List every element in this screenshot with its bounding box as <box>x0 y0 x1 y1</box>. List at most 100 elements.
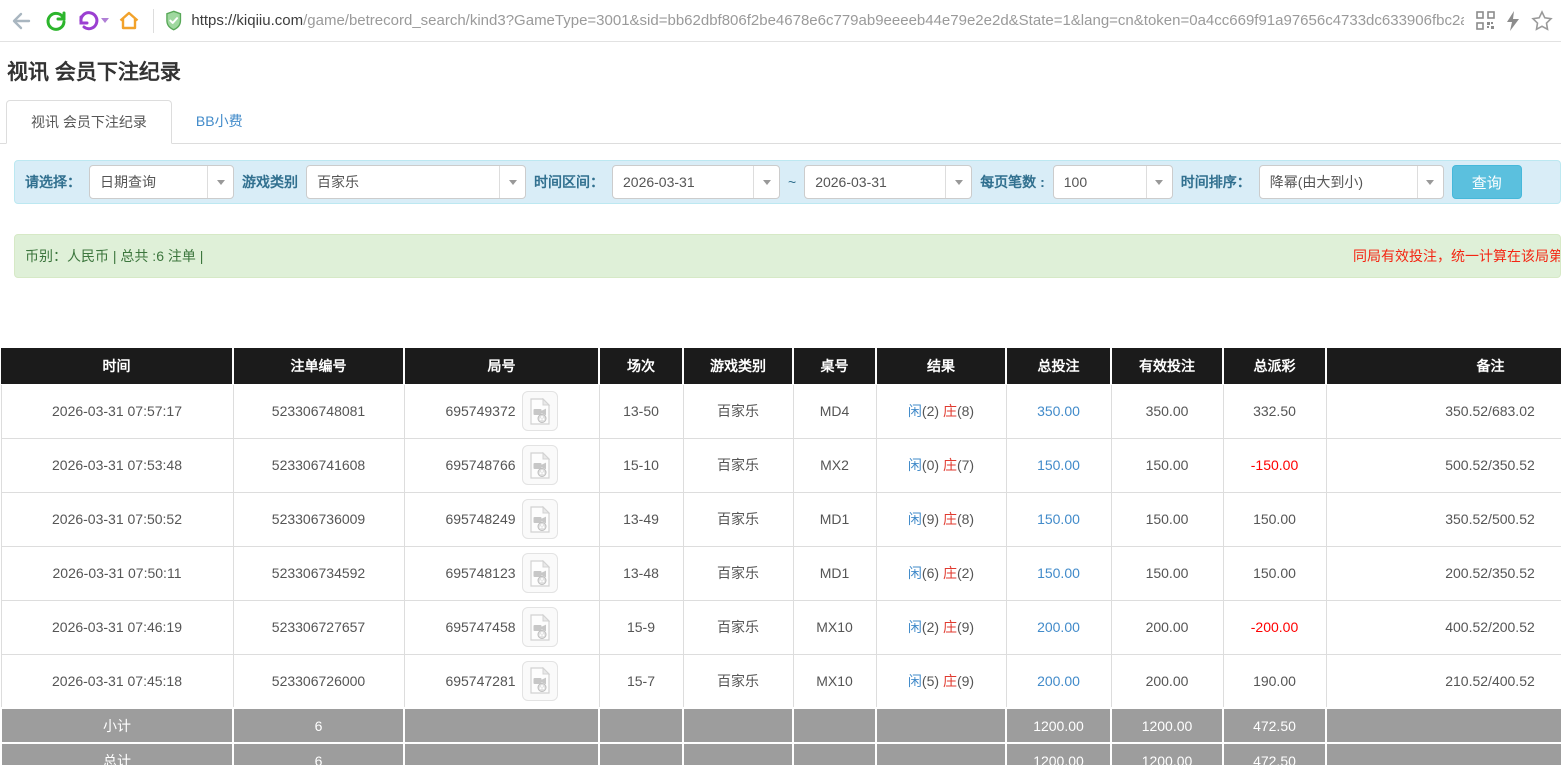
cell-game-type: 百家乐 <box>683 384 793 438</box>
banker-result: 庄 <box>943 511 957 527</box>
valid-bet-notice: 同局有效投注，统一计算在该局第 <box>1353 235 1561 277</box>
cell-bet-id: 523306727657 <box>233 600 404 654</box>
video-replay-button[interactable] <box>522 607 558 647</box>
total-bet-link[interactable]: 150.00 <box>1037 457 1080 473</box>
home-icon[interactable] <box>115 7 143 35</box>
chevron-down-icon[interactable] <box>753 166 779 198</box>
cell-game-type: 百家乐 <box>683 492 793 546</box>
query-type-select[interactable]: 日期查询 <box>89 165 234 199</box>
column-header-bet-id: 注单编号 <box>233 348 404 384</box>
undo-icon[interactable] <box>76 9 109 33</box>
column-header-game-type: 游戏类别 <box>683 348 793 384</box>
cell-payout: 190.00 <box>1223 654 1326 708</box>
cell-note: 210.52/400.52 <box>1326 654 1561 708</box>
back-icon[interactable] <box>8 7 36 35</box>
round-id: 695748766 <box>445 457 515 473</box>
summary-payout: 472.50 <box>1223 708 1326 743</box>
cell-round: 695748123 <box>404 546 599 600</box>
tab-bb-tips[interactable]: BB小费 <box>172 100 267 143</box>
cell-bet-id: 523306748081 <box>233 384 404 438</box>
chevron-down-icon[interactable] <box>1417 166 1443 198</box>
video-replay-button[interactable] <box>522 391 558 431</box>
time-range-label: 时间区间： <box>534 172 604 192</box>
cell-result: 闲(0) 庄(7) <box>876 438 1006 492</box>
table-row: 2026-03-31 07:46:19 523306727657 6957474… <box>1 600 1561 654</box>
video-replay-button[interactable] <box>522 553 558 593</box>
star-icon[interactable] <box>1531 10 1553 32</box>
date-from-select[interactable]: 2026-03-31 <box>612 165 780 199</box>
cell-payout: -150.00 <box>1223 438 1326 492</box>
player-result: 闲 <box>908 403 922 419</box>
player-result: 闲 <box>908 673 922 689</box>
cell-round: 695747458 <box>404 600 599 654</box>
cell-note: 400.52/200.52 <box>1326 600 1561 654</box>
cell-time: 2026-03-31 07:50:11 <box>1 546 233 600</box>
game-type-select[interactable]: 百家乐 <box>306 165 526 199</box>
cell-valid-bet: 150.00 <box>1111 492 1223 546</box>
total-bet-link[interactable]: 150.00 <box>1037 511 1080 527</box>
round-id: 695747281 <box>445 673 515 689</box>
video-file-icon <box>529 614 551 641</box>
banker-result: 庄 <box>943 457 957 473</box>
video-replay-button[interactable] <box>522 661 558 701</box>
total-bet-link[interactable]: 350.00 <box>1037 403 1080 419</box>
sort-order-label: 时间排序： <box>1181 172 1251 192</box>
date-to-select[interactable]: 2026-03-31 <box>804 165 972 199</box>
sort-order-select[interactable]: 降幂(由大到小) <box>1259 165 1444 199</box>
round-id: 695748123 <box>445 565 515 581</box>
lightning-icon[interactable] <box>1505 10 1521 32</box>
chevron-down-icon[interactable] <box>499 166 525 198</box>
summary-count: 6 <box>233 743 404 765</box>
video-file-icon <box>529 560 551 587</box>
cell-bet-id: 523306734592 <box>233 546 404 600</box>
chevron-down-icon[interactable] <box>207 166 233 198</box>
filter-bar: 请选择： 日期查询 游戏类别 百家乐 时间区间： 2026-03-31 ~ 20… <box>14 160 1561 204</box>
cell-session: 15-7 <box>599 654 683 708</box>
game-type-label: 游戏类别 <box>242 172 298 192</box>
cell-time: 2026-03-31 07:46:19 <box>1 600 233 654</box>
table-row: 2026-03-31 07:50:52 523306736009 6957482… <box>1 492 1561 546</box>
banker-result: 庄 <box>943 619 957 635</box>
undo-dropdown-caret[interactable] <box>101 18 109 23</box>
search-button[interactable]: 查询 <box>1452 165 1522 199</box>
tab-bet-records[interactable]: 视讯 会员下注纪录 <box>6 100 172 144</box>
total-bet-link[interactable]: 200.00 <box>1037 673 1080 689</box>
cell-result: 闲(2) 庄(8) <box>876 384 1006 438</box>
total-bet-link[interactable]: 200.00 <box>1037 619 1080 635</box>
table-row: 2026-03-31 07:50:11 523306734592 6957481… <box>1 546 1561 600</box>
summary-total-bet: 1200.00 <box>1006 743 1111 765</box>
column-header-note: 备注 <box>1326 348 1561 384</box>
chevron-down-icon[interactable] <box>1146 166 1172 198</box>
date-range-separator: ~ <box>788 174 796 190</box>
chevron-down-icon[interactable] <box>945 166 971 198</box>
cell-result: 闲(9) 庄(8) <box>876 492 1006 546</box>
summary-payout: 472.50 <box>1223 743 1326 765</box>
cell-total-bet: 150.00 <box>1006 492 1111 546</box>
cell-bet-id: 523306726000 <box>233 654 404 708</box>
cell-table: MD1 <box>793 546 876 600</box>
column-header-table: 桌号 <box>793 348 876 384</box>
cell-payout: 150.00 <box>1223 546 1326 600</box>
cell-time: 2026-03-31 07:57:17 <box>1 384 233 438</box>
cell-table: MX10 <box>793 654 876 708</box>
cell-table: MX2 <box>793 438 876 492</box>
qr-code-icon[interactable] <box>1476 11 1495 30</box>
cell-round: 695748249 <box>404 492 599 546</box>
video-replay-button[interactable] <box>522 499 558 539</box>
video-file-icon <box>529 506 551 533</box>
cell-table: MX10 <box>793 600 876 654</box>
total-bet-link[interactable]: 150.00 <box>1037 565 1080 581</box>
address-bar[interactable]: https://kiqiiu.com/game/betrecord_search… <box>164 9 1464 33</box>
url-text[interactable]: https://kiqiiu.com/game/betrecord_search… <box>191 12 1464 29</box>
page-size-select[interactable]: 100 <box>1053 165 1173 199</box>
video-replay-button[interactable] <box>522 445 558 485</box>
cell-payout: 332.50 <box>1223 384 1326 438</box>
refresh-icon[interactable] <box>42 7 70 35</box>
table-header-row: 时间 注单编号 局号 场次 游戏类别 桌号 结果 总投注 有效投注 总派彩 备注 <box>1 348 1561 384</box>
cell-note: 350.52/683.02 <box>1326 384 1561 438</box>
round-id: 695748249 <box>445 511 515 527</box>
url-path: /game/betrecord_search/kind3?GameType=30… <box>303 12 1464 29</box>
column-header-time: 时间 <box>1 348 233 384</box>
cell-round: 695749372 <box>404 384 599 438</box>
cell-valid-bet: 150.00 <box>1111 438 1223 492</box>
